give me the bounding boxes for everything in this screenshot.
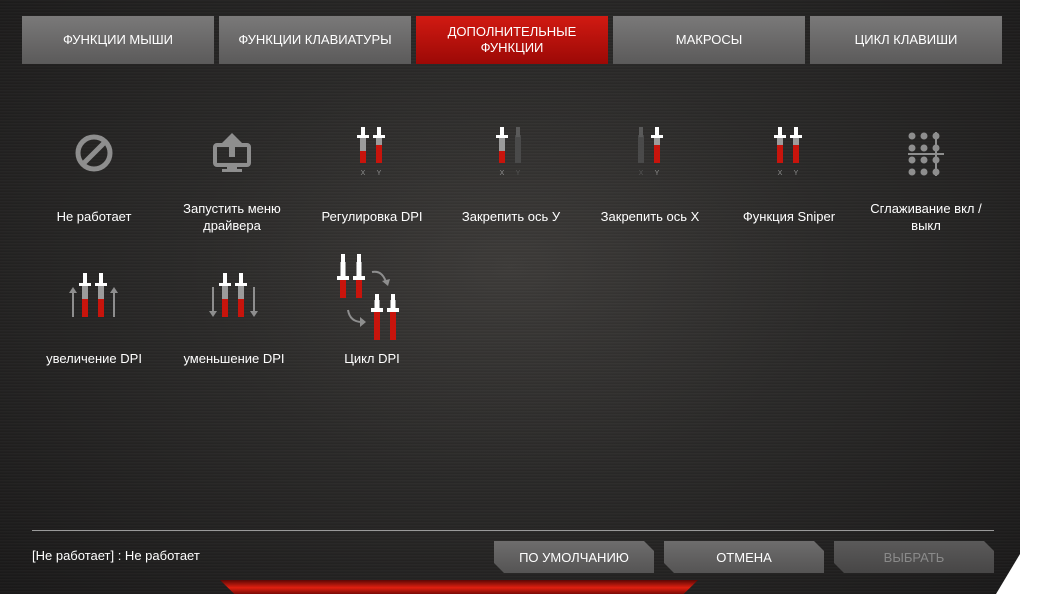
svg-text:X: X xyxy=(500,170,505,177)
smoothing-icon xyxy=(856,118,996,188)
cancel-button[interactable]: ОТМЕНА xyxy=(664,541,824,573)
function-label: Закрепить ось X xyxy=(600,209,700,224)
disabled-icon xyxy=(24,118,164,188)
dpi-cycle-icon xyxy=(302,250,442,346)
svg-text:Y: Y xyxy=(377,170,382,177)
function-label: увеличение DPI xyxy=(46,351,142,366)
svg-text:Y: Y xyxy=(516,170,521,177)
tab-additional-functions[interactable]: ДОПОЛНИТЕЛЬНЫЕ ФУНКЦИИ xyxy=(416,16,608,64)
svg-text:Y: Y xyxy=(655,170,660,177)
function-label: Цикл DPI xyxy=(344,351,400,366)
function-label: уменьшение DPI xyxy=(183,351,285,366)
sniper-icon: X Y xyxy=(719,118,859,188)
function-label: Сглаживание вкл / выкл xyxy=(870,201,982,233)
tab-key-cycle[interactable]: ЦИКЛ КЛАВИШИ xyxy=(810,16,1002,64)
dpi-down-icon xyxy=(164,262,304,332)
panel-corner-cut xyxy=(996,554,1020,594)
function-label: Запустить меню драйвера xyxy=(183,201,281,233)
function-dpi-up[interactable]: увеличение DPI xyxy=(24,262,164,372)
main-panel: ФУНКЦИИ МЫШИ ФУНКЦИИ КЛАВИАТУРЫ ДОПОЛНИТ… xyxy=(0,0,1020,594)
function-dpi-cycle[interactable]: Цикл DPI xyxy=(302,250,442,372)
lock-y-axis-icon: X Y xyxy=(441,118,581,188)
function-label: Не работает xyxy=(56,209,132,224)
svg-text:Y: Y xyxy=(794,170,799,177)
function-dpi-down[interactable]: уменьшение DPI xyxy=(164,262,304,372)
dpi-adjust-icon: X Y xyxy=(302,118,442,188)
function-label: Регулировка DPI xyxy=(321,209,423,224)
dpi-up-icon xyxy=(24,262,164,332)
divider xyxy=(32,530,994,531)
svg-text:X: X xyxy=(778,170,783,177)
function-lock-x-axis[interactable]: X Y Закрепить ось X xyxy=(580,118,720,238)
tab-macros[interactable]: МАКРОСЫ xyxy=(613,16,805,64)
bottom-accent-glow xyxy=(220,580,698,594)
function-driver-menu[interactable]: Запустить меню драйвера xyxy=(162,118,302,238)
tab-keyboard-functions[interactable]: ФУНКЦИИ КЛАВИАТУРЫ xyxy=(219,16,411,64)
function-label: Закрепить ось У xyxy=(461,209,561,224)
select-button[interactable]: ВЫБРАТЬ xyxy=(834,541,994,573)
svg-text:X: X xyxy=(639,170,644,177)
svg-text:X: X xyxy=(361,170,366,177)
function-disabled[interactable]: Не работает xyxy=(24,118,164,238)
lock-x-axis-icon: X Y xyxy=(580,118,720,188)
function-dpi-adjust[interactable]: X Y Регулировка DPI xyxy=(302,118,442,238)
status-text: [Не работает] : Не работает xyxy=(32,548,200,563)
function-smoothing[interactable]: Сглаживание вкл / выкл xyxy=(856,118,996,238)
function-sniper[interactable]: X Y Функция Sniper xyxy=(719,118,859,238)
function-lock-y-axis[interactable]: X Y Закрепить ось У xyxy=(441,118,581,238)
tab-mouse-functions[interactable]: ФУНКЦИИ МЫШИ xyxy=(22,16,214,64)
driver-menu-icon xyxy=(162,118,302,188)
default-button[interactable]: ПО УМОЛЧАНИЮ xyxy=(494,541,654,573)
function-label: Функция Sniper xyxy=(742,209,836,224)
